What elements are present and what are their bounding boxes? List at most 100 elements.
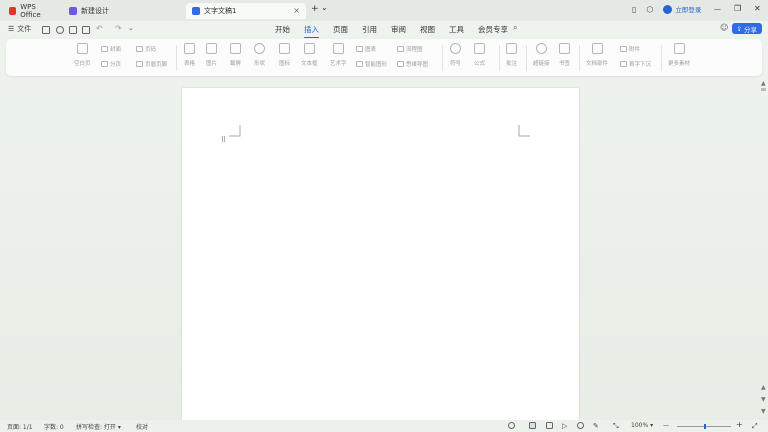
mindmap-button[interactable]: 思维导图 [397,60,428,68]
cube-icon[interactable]: ⬡ [646,5,653,14]
new-tab-button[interactable]: + [311,4,319,14]
ribbon-label: 页码 [145,47,157,53]
search-icon[interactable]: ⌕ [513,23,517,33]
tab-member[interactable]: 会员专享 [471,24,515,35]
page-number-button[interactable]: 页码 [136,45,156,53]
scroll-thumb[interactable] [761,88,766,91]
web-view-icon[interactable] [577,422,584,429]
tab-tools[interactable]: 工具 [442,24,471,35]
ribbon-label: 符号 [450,61,462,67]
scroll-down-icon[interactable]: ▼ [761,408,766,415]
ribbon-label: 更多素材 [668,61,691,67]
scroll-up-icon[interactable]: ▲ [761,80,766,87]
tab-wps-office[interactable]: WPS Office [3,3,61,19]
tab-document-1[interactable]: 文字文稿1 × [186,3,306,19]
screenshot-icon [230,43,241,54]
page-view-icon[interactable] [529,422,536,429]
tab-page[interactable]: 页面 [326,24,355,35]
proofread-button[interactable]: 校对 [136,422,148,431]
attachment-button[interactable]: 附件 [620,45,640,53]
scroll-page-up-icon[interactable]: ▲ [761,384,766,391]
zoom-slider-knob[interactable] [704,424,706,429]
zoom-slider[interactable] [677,424,731,429]
comment-button[interactable]: 批注 [506,43,517,67]
ribbon-label: 智能图形 [365,62,388,68]
tab-insert[interactable]: 插入 [297,24,326,38]
tab-menu-chevron-icon[interactable]: ⌄ [321,3,328,12]
redo-icon[interactable]: ↷ [115,24,122,33]
blank-page-button[interactable]: 空白页 [74,43,91,67]
outline-view-icon[interactable] [546,422,553,429]
minimize-button[interactable]: — [714,5,721,13]
zoom-level[interactable]: 100% ▾ [631,422,653,429]
drop-cap-button[interactable]: 首字下沉 [620,60,651,68]
ribbon-label: 形状 [254,61,266,67]
file-menu-button[interactable]: ☰ 文件 [8,24,31,34]
print-preview-icon[interactable] [82,26,90,34]
tab-home[interactable]: 开始 [268,24,297,35]
tab-close-icon[interactable]: × [293,6,300,15]
share-label: 分享 [744,25,757,34]
symbol-button[interactable]: 符号 [450,43,461,67]
smart-graphic-button[interactable]: 智能图形 [356,60,387,68]
eye-protection-icon[interactable] [508,422,515,429]
undo-icon[interactable]: ↶ [96,24,103,33]
picture-button[interactable]: 图片 [206,43,217,67]
formula-button[interactable]: 公式 [474,43,485,67]
wordart-button[interactable]: 艺术字 [330,43,347,67]
wps-logo-icon [9,7,17,15]
ribbon-label: 超链接 [533,61,550,67]
link-icon [535,43,547,54]
doc-parts-button[interactable]: 文档部件 [586,43,608,67]
play-icon[interactable]: ▷ [562,422,567,430]
flowchart-button[interactable]: 流程图 [397,45,423,53]
fit-page-icon[interactable]: ⤡ [613,422,619,431]
textbox-button[interactable]: 文本框 [301,43,318,67]
table-icon [184,43,195,54]
more-material-button[interactable]: 更多素材 [668,43,690,67]
export-pdf-icon[interactable] [56,26,64,34]
page-count[interactable]: 页面: 1/1 [7,422,33,431]
print-icon[interactable] [69,26,77,34]
picture-icon [206,43,217,54]
tab-view[interactable]: 视图 [413,24,442,35]
shape-button[interactable]: 形状 [254,43,265,67]
bookmark-button[interactable]: 书签 [559,43,570,67]
tab-new-design[interactable]: 新建设计 [63,3,183,19]
tab-references[interactable]: 引用 [355,24,384,35]
zoom-in-button[interactable]: + [736,420,743,429]
table-button[interactable]: 表格 [184,43,195,67]
chart-button[interactable]: 图表 [356,45,376,53]
document-page[interactable] [182,88,579,420]
cover-button[interactable]: 封面 [101,45,121,53]
maximize-button[interactable]: ❐ [734,4,741,13]
layout-icon[interactable]: ▯ [632,5,636,14]
feedback-icon[interactable]: ☺ [720,23,728,32]
icon-library-button[interactable]: 图标 [279,43,290,67]
status-bar: 页面: 1/1 字数: 0 拼写检查: 打开 ▾ 校对 ▷ ✎ ⤡ 100% ▾… [0,420,768,432]
word-count[interactable]: 字数: 0 [44,422,64,431]
login-button[interactable]: 立即登录 [663,4,701,14]
ribbon-label: 附件 [629,47,641,53]
design-icon [69,7,77,15]
chart-icon [356,46,363,52]
hyperlink-button[interactable]: 超链接 [533,43,550,67]
paragraph-drag-handle-icon[interactable]: ⠿ [221,137,226,144]
fullscreen-icon[interactable]: ⤢ [752,422,758,431]
vertical-scrollbar[interactable]: ▲ ▲ ▼ ▼ [761,80,768,420]
close-window-button[interactable]: ✕ [754,4,761,13]
pen-icon[interactable]: ✎ [593,422,599,430]
margin-corner-top-left [229,125,241,137]
page-break-button[interactable]: 分页 [101,60,121,68]
scroll-page-down-icon[interactable]: ▼ [761,396,766,403]
icon-library-icon [279,43,290,54]
screenshot-button[interactable]: 截屏 [230,43,241,67]
ribbon-label: 书签 [559,61,571,67]
header-footer-button[interactable]: 页眉页脚 [136,60,167,68]
save-icon[interactable] [42,26,50,34]
share-button[interactable]: ⇪ 分享 [731,23,762,34]
spellcheck-toggle[interactable]: 拼写检查: 打开 ▾ [76,422,121,431]
zoom-out-button[interactable]: — [663,422,669,429]
quick-access-dropdown-icon[interactable]: ⌄ [128,24,134,32]
tab-review[interactable]: 审阅 [384,24,413,35]
